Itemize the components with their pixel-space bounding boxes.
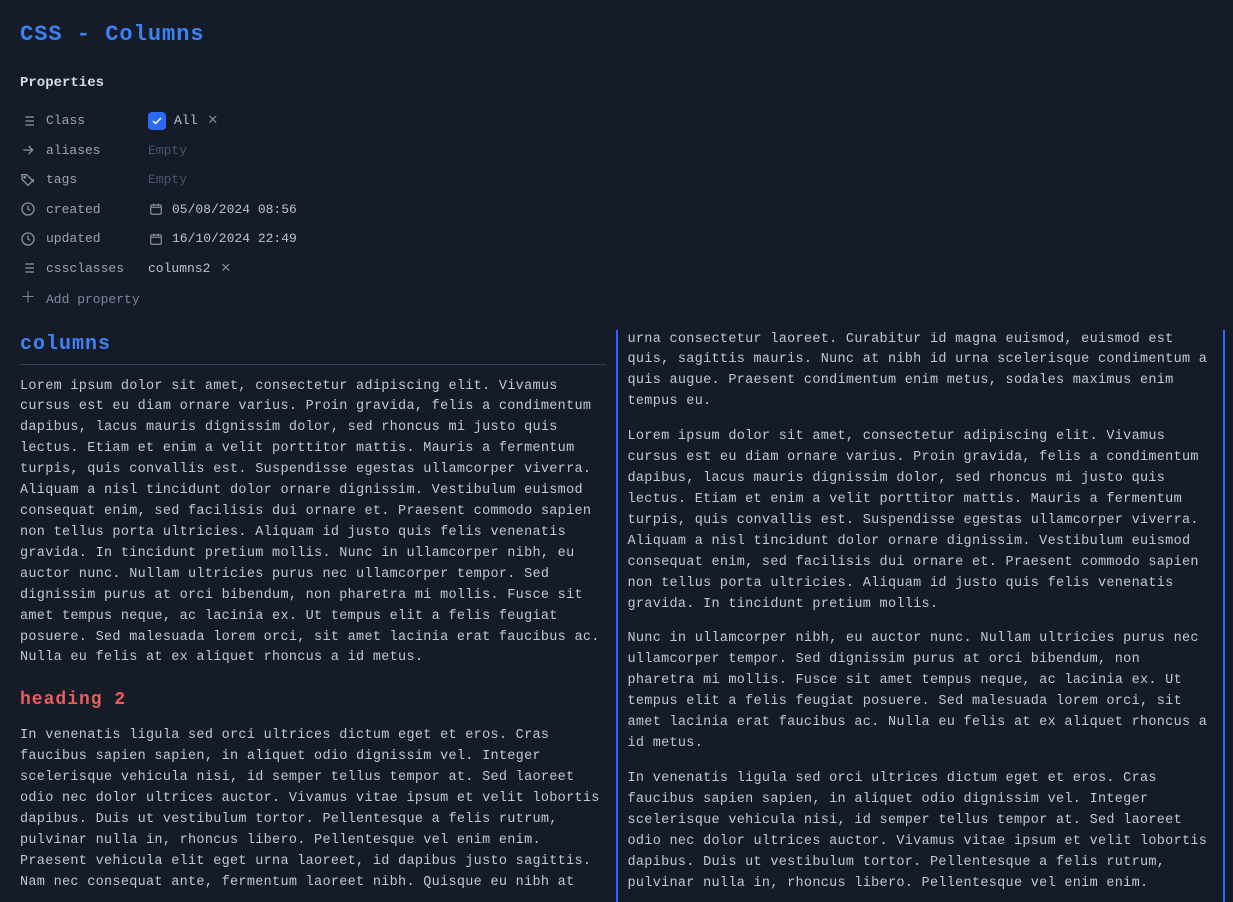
prop-value[interactable]: Empty — [148, 141, 187, 161]
remove-pill-icon[interactable]: ✕ — [220, 259, 231, 279]
prop-row-cssclasses[interactable]: cssclasses columns2 ✕ — [20, 254, 1213, 284]
prop-row-tags[interactable]: tags Empty — [20, 165, 1213, 195]
paragraph: Nunc in ullamcorper nibh, eu auctor nunc… — [628, 629, 1214, 755]
prop-value[interactable]: columns2 — [148, 259, 210, 279]
prop-value[interactable]: All — [174, 111, 197, 131]
list-icon — [20, 260, 36, 276]
clock-icon — [20, 201, 36, 217]
prop-value[interactable]: 16/10/2024 22:49 — [172, 229, 297, 249]
paragraph: Lorem ipsum dolor sit amet, consectetur … — [20, 377, 606, 670]
prop-label: updated — [46, 229, 138, 249]
arrow-right-icon — [20, 142, 36, 158]
prop-label: tags — [46, 170, 138, 190]
prop-label: created — [46, 200, 138, 220]
prop-row-aliases[interactable]: aliases Empty — [20, 136, 1213, 166]
paragraph: Lorem ipsum dolor sit amet, consectetur … — [628, 427, 1214, 615]
add-property-label: Add property — [46, 290, 140, 310]
prop-row-updated[interactable]: updated 16/10/2024 22:49 — [20, 224, 1213, 254]
clock-icon — [20, 231, 36, 247]
checkbox-checked-icon[interactable] — [148, 112, 166, 130]
prop-row-created[interactable]: created 05/08/2024 08:56 — [20, 195, 1213, 225]
prop-value[interactable]: Empty — [148, 170, 187, 190]
page-title: CSS - Columns — [20, 18, 1213, 51]
list-icon — [20, 113, 36, 129]
properties-panel: Class All ✕ aliases Empty tags Empty cre… — [20, 106, 1213, 316]
calendar-icon — [148, 231, 164, 247]
prop-label: Class — [46, 111, 138, 131]
prop-label: aliases — [46, 141, 138, 161]
prop-value[interactable]: 05/08/2024 08:56 — [172, 200, 297, 220]
heading-2: heading 2 — [20, 687, 606, 714]
note-body-columns: columns Lorem ipsum dolor sit amet, cons… — [20, 330, 1213, 902]
calendar-icon — [148, 201, 164, 217]
paragraph: In venenatis ligula sed orci ultrices di… — [628, 330, 1233, 902]
prop-row-class[interactable]: Class All ✕ — [20, 106, 1213, 136]
prop-label: cssclasses — [46, 259, 138, 279]
tags-icon — [20, 172, 36, 188]
heading-1: columns — [20, 330, 606, 365]
plus-icon: ＋ — [20, 288, 36, 311]
add-property-button[interactable]: ＋ Add property — [20, 283, 1213, 316]
properties-header: Properties — [20, 73, 1213, 94]
remove-pill-icon[interactable]: ✕ — [207, 111, 218, 131]
